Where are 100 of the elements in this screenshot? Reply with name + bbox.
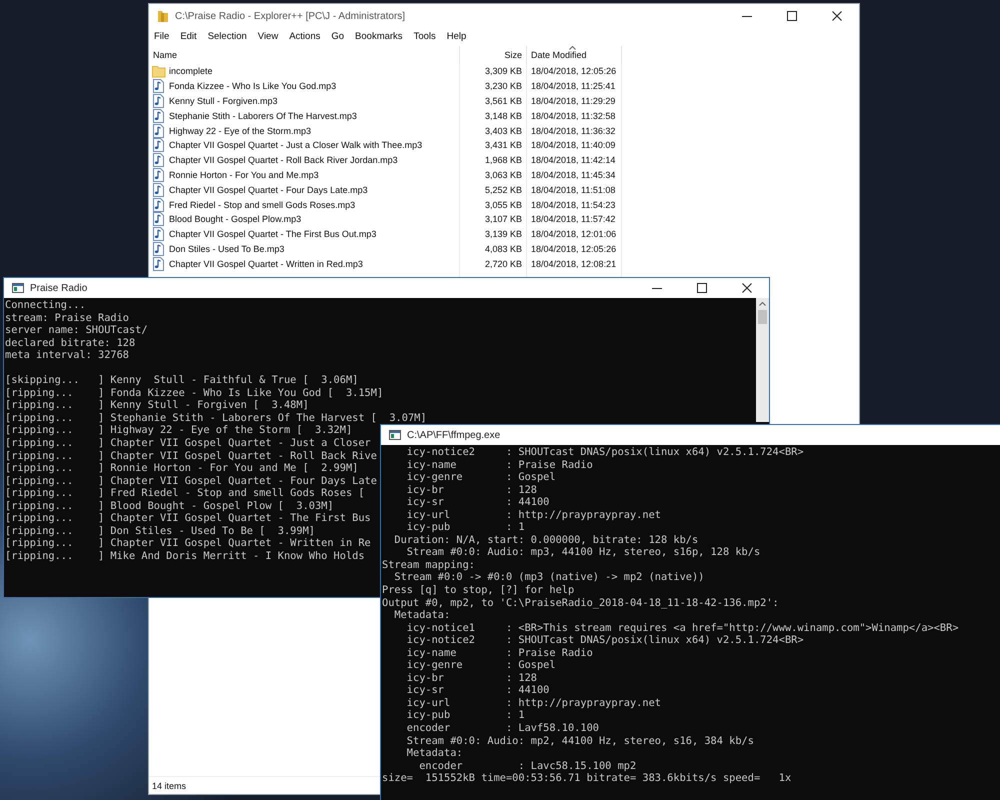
music-file-icon [152, 94, 166, 108]
file-name[interactable]: Chapter VII Gospel Quartet - The First Bus Out.mp3 [169, 229, 376, 240]
console-line: icy-pub : 1 [406, 709, 525, 722]
console-line: icy-url : http://praypraypray.net [406, 508, 661, 522]
console-line: Duration: N/A, start: 0.000000, bitrate: 128 kb/s [393, 534, 698, 546]
file-name[interactable]: Fonda Kizzee - Who Is Like You God.mp3 [169, 81, 336, 92]
file-size: 3,055 KB [484, 200, 522, 210]
console-line: [ripping... ] Chapter VII Gospel Quartet - Just a Closer [5, 437, 371, 450]
file-size: 5,252 KB [484, 184, 522, 195]
file-size: 3,139 KB [484, 229, 522, 240]
file-size: 3,230 KB [484, 81, 522, 92]
console-line: Stream #0:0: Audio: mp2, 44100 Hz, stereo, s16, 384 kb/s [406, 734, 754, 748]
console-line: meta interval: 32768 [5, 349, 129, 362]
file-name[interactable]: Don Stiles - Used To Be.mp3 [169, 244, 284, 254]
file-size: 3,063 KB [484, 170, 522, 180]
music-file-icon [152, 168, 166, 182]
scroll-thumb[interactable] [758, 310, 767, 324]
console-line: icy-name : Praise Radio [406, 646, 593, 660]
column-header[interactable]: Date Modified [527, 46, 622, 64]
window-title: C:\AP\FF\ffmpeg.exe [407, 430, 502, 440]
date-modified: 18/04/2018, 11:42:14 [531, 155, 616, 166]
console-line: Press [q] to stop, [?] for help [382, 584, 574, 597]
console-line: encoder : Lavf58.10.100 [406, 722, 599, 735]
file-name[interactable]: Chapter VII Gospel Quartet - Roll Back River Jordan.mp3 [169, 155, 398, 166]
file-name[interactable]: Highway 22 - Eye of the Storm.mp3 [169, 126, 312, 136]
file-name[interactable]: Kenny Stull - Forgiven.mp3 [169, 96, 278, 106]
file-size: 2,720 KB [484, 258, 522, 269]
file-name[interactable]: Chapter VII Gospel Quartet - Written in Red.mp3 [169, 258, 363, 269]
console-line: icy-notice2 : SHOUTcast DNAS/posix(linux x64) v2.5.1.724<BR> [406, 634, 804, 647]
date-modified: 18/04/2018, 11:40:09 [531, 140, 616, 150]
console-line: icy-genre : Gospel [406, 659, 556, 672]
console-line: Stream #0:0 -> #0:0 (mp3 (native) -> mp2 (native)) [393, 571, 704, 584]
console-line: encoder : Lavc58.15.100 mp2 [418, 760, 636, 772]
music-file-icon [152, 242, 166, 256]
music-file-icon [152, 198, 166, 212]
folder-icon [157, 9, 169, 23]
file-name[interactable]: Chapter VII Gospel Quartet - Just a Closer Walk with Thee.mp3 [169, 140, 422, 150]
column-header[interactable]: Size [460, 46, 527, 64]
file-name[interactable]: Stephanie Stith - Laborers Of The Harvest.mp3 [169, 110, 357, 121]
window-title: C:\Praise Radio - Explorer++ [PC\J - Administrators] [175, 10, 406, 22]
console-line: Stream mapping: [382, 558, 475, 572]
file-size: 1,968 KB [484, 155, 522, 166]
menu-item[interactable]: File [154, 31, 170, 42]
maximize-icon [786, 11, 796, 21]
console-line: [ripping... ] Chapter VII Gospel Quartet - Four Days Late [5, 474, 377, 488]
window-title: Praise Radio [30, 282, 88, 294]
console-line: icy-notice1 : <BR>This stream requires <a href="http://www.winamp.com">Winamp</a><BR> [406, 622, 959, 634]
console-line: stream: Praise Radio [5, 312, 129, 324]
file-name[interactable]: Ronnie Horton - For You and Me.mp3 [169, 170, 319, 180]
console-line: [ripping... ] Chapter VII Gospel Quartet - The First Bus [5, 512, 371, 525]
folder-icon [152, 64, 166, 78]
column-header[interactable]: Name [149, 46, 460, 64]
console-line: [ripping... ] Chapter VII Gospel Quartet - Written in Re [5, 537, 371, 550]
file-size: 3,107 KB [484, 214, 522, 224]
status-text: 14 items [152, 780, 186, 790]
music-file-icon [152, 256, 166, 271]
date-modified: 18/04/2018, 11:36:32 [531, 126, 616, 136]
menu-item[interactable]: Bookmarks [355, 31, 403, 42]
console-line: icy-url : http://praypraypray.net [406, 696, 661, 710]
console-line: Connecting... [5, 299, 86, 312]
music-file-icon [152, 212, 166, 226]
music-file-icon [152, 138, 166, 152]
console-line: Metadata: [406, 747, 463, 760]
console-line: icy-sr : 44100 [406, 496, 550, 509]
menu-item[interactable]: Selection [208, 31, 247, 42]
console-line: [ripping... ] Fred Riedel - Stop and smell Gods Roses [ [5, 487, 365, 500]
console-line: [skipping... ] Kenny Stull - Faithful & True [ 3.06M] [5, 374, 358, 387]
file-size: 4,083 KB [484, 244, 522, 254]
console-line: icy-name : Praise Radio [406, 458, 593, 472]
music-file-icon [152, 108, 166, 123]
file-name[interactable]: incomplete [169, 66, 213, 76]
console-icon [389, 430, 401, 440]
console-line: [ripping... ] Blood Bought - Gospel Plow [ 3.03M] [5, 500, 334, 512]
console-line: icy-br : 128 [406, 672, 537, 684]
console-line: declared bitrate: 128 [5, 336, 136, 350]
date-modified: 18/04/2018, 11:29:29 [531, 96, 616, 106]
menu-item[interactable]: Actions [289, 31, 320, 42]
console-line: icy-notice2 : SHOUTcast DNAS/posix(linux x64) v2.5.1.724<BR> [406, 446, 804, 459]
console-line: Output #0, mp2, to 'C:\PraiseRadio_2018-04-18_11-18-42-136.mp2': [382, 596, 779, 610]
music-file-icon [152, 182, 166, 197]
file-size: 3,309 KB [484, 66, 522, 76]
file-name[interactable]: Fred Riedel - Stop and smell Gods Roses.mp3 [169, 200, 356, 210]
menu-item[interactable]: Help [446, 31, 466, 42]
console-line: icy-sr : 44100 [406, 684, 550, 697]
menu-item[interactable]: Go [331, 31, 344, 42]
menu-item[interactable]: Edit [180, 31, 197, 42]
console-line: icy-genre : Gospel [406, 471, 556, 484]
date-modified: 18/04/2018, 11:32:58 [531, 110, 616, 121]
file-name[interactable]: Chapter VII Gospel Quartet - Four Days Late.mp3 [169, 184, 368, 195]
date-modified: 18/04/2018, 11:25:41 [531, 81, 616, 92]
file-size: 3,148 KB [484, 110, 522, 121]
music-file-icon [152, 227, 166, 242]
file-name[interactable]: Blood Bought - Gospel Plow.mp3 [169, 214, 302, 224]
menu-item[interactable]: View [258, 31, 278, 42]
maximize-icon [696, 283, 706, 293]
date-modified: 18/04/2018, 12:05:26 [531, 244, 616, 254]
scrollbar[interactable] [756, 298, 769, 422]
file-size: 3,403 KB [484, 126, 522, 136]
console-line: server name: SHOUTcast/ [5, 324, 148, 337]
menu-item[interactable]: Tools [414, 31, 436, 42]
